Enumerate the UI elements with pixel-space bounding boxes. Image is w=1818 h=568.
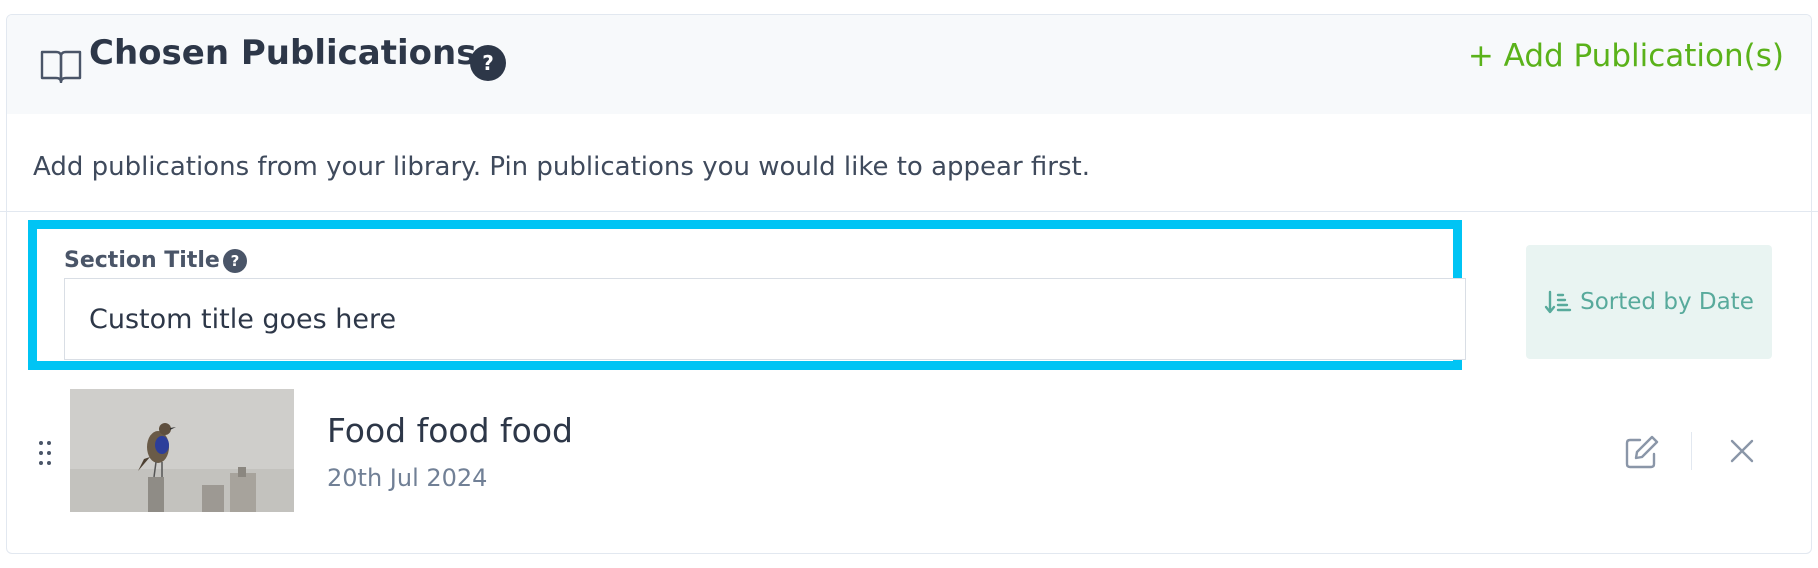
section-title-input[interactable] [64,278,1466,360]
publication-date: 20th Jul 2024 [327,464,488,492]
book-open-icon [40,50,82,83]
publication-thumbnail [70,389,294,512]
sort-by-date-button[interactable]: Sorted by Date [1526,245,1772,359]
publication-title[interactable]: Food food food [327,414,573,447]
bird-photo [70,389,294,512]
page-title: Chosen Publications [89,33,477,73]
drag-handle-icon[interactable] [38,440,52,466]
add-publications-button[interactable]: + Add Publication(s) [1468,41,1784,72]
close-icon[interactable] [1727,436,1757,466]
edit-icon[interactable] [1624,434,1660,470]
sort-descending-icon [1544,290,1572,314]
section-title-label: Section Title [64,248,220,273]
sort-label: Sorted by Date [1580,289,1754,315]
section-title-help-icon[interactable]: ? [223,249,247,273]
action-divider [1691,432,1692,470]
help-icon[interactable]: ? [470,45,506,81]
divider [0,211,1818,212]
section-description: Add publications from your library. Pin … [33,152,1090,182]
